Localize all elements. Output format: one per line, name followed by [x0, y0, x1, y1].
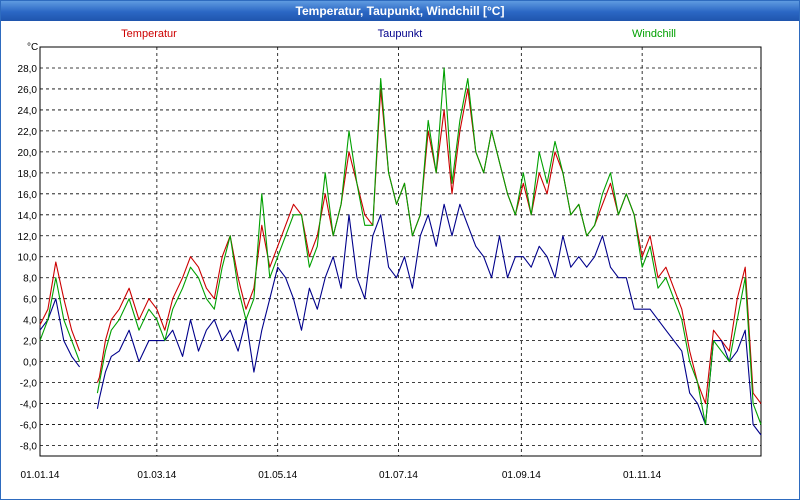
line-chart: °C Temperatur Taupunkt Windchill 28,0 26,… — [18, 28, 762, 481]
x-tick-label: 01.03.14 — [137, 470, 176, 481]
y-tick-label: -6,0 — [20, 421, 38, 432]
y-tick-label: 2,0 — [23, 337, 37, 348]
y-axis-unit: °C — [27, 42, 38, 53]
x-tick-label: 01.09.14 — [502, 470, 541, 481]
y-tick-label: 28,0 — [18, 64, 38, 75]
y-tick-label: 6,0 — [23, 295, 37, 306]
y-tick-label: 26,0 — [18, 85, 38, 96]
x-tick-label: 01.05.14 — [258, 470, 297, 481]
chart-window: Temperatur, Taupunkt, Windchill [°C] °C … — [0, 0, 800, 500]
x-tick-label: 01.01.14 — [21, 470, 60, 481]
y-tick-label: 12,0 — [18, 232, 38, 243]
y-tick-label: 18,0 — [18, 169, 38, 180]
y-tick-label: 10,0 — [18, 253, 38, 264]
y-tick-label: -4,0 — [20, 400, 38, 411]
y-tick-label: 24,0 — [18, 106, 38, 117]
y-tick-label: 8,0 — [23, 274, 37, 285]
y-tick-label: 22,0 — [18, 127, 38, 138]
legend-temperatur: Temperatur — [121, 28, 177, 40]
y-tick-label: 4,0 — [23, 316, 37, 327]
legend-windchill: Windchill — [632, 28, 676, 40]
y-tick-label: 20,0 — [18, 148, 38, 159]
y-tick-label: -2,0 — [20, 379, 38, 390]
y-tick-label: 0,0 — [23, 358, 37, 369]
y-tick-label: -8,0 — [20, 442, 38, 453]
y-tick-label: 14,0 — [18, 211, 38, 222]
y-tick-label: 16,0 — [18, 190, 38, 201]
window-title: Temperatur, Taupunkt, Windchill [°C] — [1, 1, 799, 21]
x-tick-label: 01.11.14 — [623, 470, 662, 481]
x-tick-label: 01.07.14 — [379, 470, 418, 481]
legend-taupunkt: Taupunkt — [378, 28, 423, 40]
